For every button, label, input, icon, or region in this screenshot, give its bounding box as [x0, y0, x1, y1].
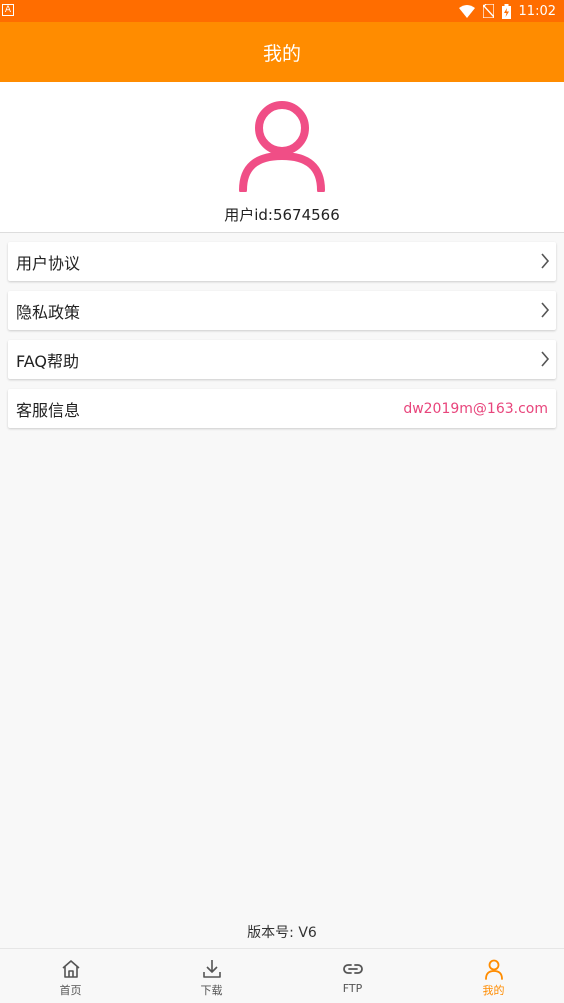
menu-item-customer-service[interactable]: 客服信息 dw2019m@163.com: [8, 389, 556, 428]
wifi-icon: [458, 4, 475, 18]
nav-tab-home[interactable]: 首页: [0, 949, 141, 1003]
profile-header: 用户id:5674566: [0, 82, 564, 233]
nav-tab-label: 下载: [200, 984, 223, 997]
no-sim-icon: [482, 4, 494, 18]
download-icon: [202, 960, 221, 978]
clock-time: 11:02: [518, 3, 556, 19]
person-icon: [484, 959, 503, 980]
chevron-right-icon: [541, 253, 550, 269]
page-title: 我的: [262, 42, 301, 65]
battery-charging-icon: [501, 3, 511, 19]
menu-item-label: 用户协议: [16, 253, 81, 273]
menu-item-label: 客服信息: [16, 400, 81, 420]
menu-item-privacy-policy[interactable]: 隐私政策: [8, 291, 556, 330]
chevron-right-icon: [541, 351, 550, 367]
avatar-person-icon[interactable]: [238, 100, 326, 192]
chevron-right-icon: [541, 302, 550, 318]
notification-icon: A: [2, 4, 14, 16]
menu-item-label: 隐私政策: [16, 302, 81, 322]
menu-item-user-agreement[interactable]: 用户协议: [8, 242, 556, 281]
menu-item-faq-help[interactable]: FAQ帮助: [8, 340, 556, 379]
status-bar: A 11:02: [0, 0, 564, 22]
nav-tab-label: 我的: [482, 984, 505, 997]
bottom-navigation: 首页 下载 FTP 我的: [0, 948, 564, 1003]
nav-tab-mine[interactable]: 我的: [423, 949, 564, 1003]
app-bar: 我的: [0, 22, 564, 82]
nav-tab-label: FTP: [342, 982, 363, 995]
link-icon: [342, 964, 363, 974]
status-icons: 11:02: [458, 0, 556, 22]
menu-item-label: FAQ帮助: [16, 351, 79, 371]
version-label: 版本号: V6: [247, 925, 317, 941]
user-id-label: 用户id:5674566: [224, 206, 340, 224]
customer-service-email[interactable]: dw2019m@163.com: [403, 401, 548, 417]
settings-menu: 用户协议 隐私政策 FAQ帮助 客服信息 dw2019m@163.com: [8, 242, 556, 438]
nav-tab-ftp[interactable]: FTP: [282, 949, 423, 1003]
home-icon: [61, 960, 80, 978]
nav-tab-download[interactable]: 下载: [141, 949, 282, 1003]
nav-tab-label: 首页: [59, 984, 82, 997]
